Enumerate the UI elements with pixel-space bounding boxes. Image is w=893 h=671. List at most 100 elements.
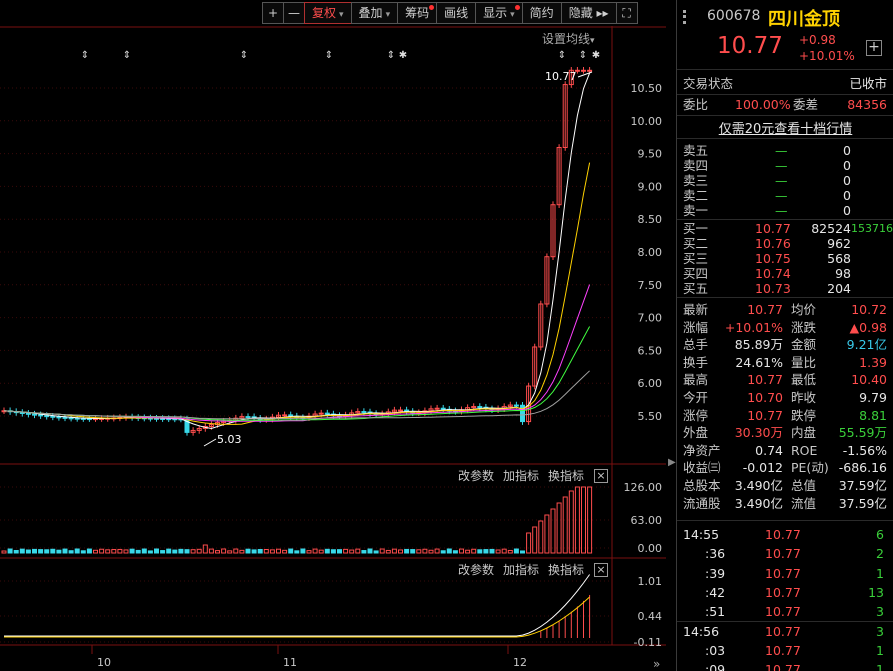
- volume-bar[interactable]: [227, 550, 233, 554]
- collapse-right-panel-icon[interactable]: ▶: [668, 457, 676, 475]
- volume-bar[interactable]: [343, 548, 349, 554]
- toolbar-button-6[interactable]: 显示 ▾: [475, 2, 523, 24]
- volume-bar[interactable]: [239, 549, 245, 554]
- volume-bar[interactable]: [318, 549, 324, 554]
- vol-switch-indicator-button[interactable]: 换指标: [548, 467, 584, 484]
- volume-bar[interactable]: [452, 550, 458, 554]
- toolbar-button-7[interactable]: 简约: [521, 2, 562, 24]
- volume-bar[interactable]: [111, 549, 117, 554]
- volume-bar[interactable]: [99, 548, 105, 554]
- volume-bar[interactable]: [562, 496, 568, 554]
- macd-close-icon[interactable]: ×: [594, 563, 608, 577]
- toolbar-button-2[interactable]: 复权 ▾: [304, 2, 352, 24]
- volume-bar[interactable]: [385, 549, 391, 554]
- volume-bar[interactable]: [410, 549, 416, 554]
- volume-bar[interactable]: [129, 548, 135, 554]
- ma-setting-button[interactable]: 设置均线▾: [542, 30, 595, 47]
- volume-bar[interactable]: [367, 548, 373, 554]
- vol-params-button[interactable]: 改参数: [458, 467, 494, 484]
- volume-bar[interactable]: [19, 548, 25, 554]
- volume-bar[interactable]: [184, 549, 190, 554]
- volume-bar[interactable]: [446, 548, 452, 554]
- candle-body[interactable]: [324, 412, 330, 415]
- toolbar-button-0[interactable]: +: [262, 2, 284, 24]
- macd-params-button[interactable]: 改参数: [458, 561, 494, 578]
- volume-bar[interactable]: [398, 549, 403, 554]
- volume-bar[interactable]: [507, 549, 513, 554]
- volume-bar[interactable]: [404, 548, 410, 554]
- volume-bar[interactable]: [196, 548, 202, 554]
- volume-bar[interactable]: [294, 550, 300, 554]
- volume-bar[interactable]: [300, 548, 306, 554]
- volume-bar[interactable]: [550, 508, 556, 554]
- volume-bar[interactable]: [330, 549, 336, 554]
- volume-bar[interactable]: [434, 548, 440, 554]
- volume-bar[interactable]: [147, 550, 153, 554]
- volume-bar[interactable]: [349, 549, 355, 554]
- volume-bar[interactable]: [25, 549, 31, 554]
- candle-body[interactable]: [398, 409, 403, 412]
- volume-bar[interactable]: [117, 548, 123, 554]
- volume-bar[interactable]: [532, 526, 538, 554]
- volume-bar[interactable]: [32, 548, 37, 554]
- volume-bar[interactable]: [520, 550, 525, 554]
- candle-body[interactable]: [245, 416, 251, 419]
- candle-body[interactable]: [74, 417, 80, 420]
- volume-bar[interactable]: [68, 550, 74, 554]
- event-marker-icon[interactable]: ⇕: [579, 50, 587, 61]
- event-marker-icon[interactable]: ⇕: [325, 50, 333, 61]
- volume-bar[interactable]: [44, 549, 50, 554]
- volume-bar[interactable]: [215, 550, 220, 554]
- toolbar-button-8[interactable]: 隐藏 ▸▸: [560, 2, 617, 24]
- buy-order-row[interactable]: 买三 10.75 568: [683, 251, 889, 266]
- volume-bar[interactable]: [544, 514, 550, 554]
- volume-bar[interactable]: [80, 550, 86, 554]
- sell-order-row[interactable]: 卖四 — 0: [683, 158, 889, 173]
- ten-level-quote-link[interactable]: 仅需20元查看十档行情: [677, 118, 893, 137]
- volume-bar[interactable]: [257, 548, 263, 554]
- volume-bar[interactable]: [172, 549, 178, 554]
- macd-switch-indicator-button[interactable]: 换指标: [548, 561, 584, 578]
- volume-bar[interactable]: [74, 548, 80, 554]
- volume-bar[interactable]: [477, 549, 483, 554]
- volume-bar[interactable]: [13, 549, 19, 554]
- sell-order-row[interactable]: 卖三 — 0: [683, 173, 889, 188]
- volume-bar[interactable]: [495, 549, 501, 554]
- volume-bar[interactable]: [202, 544, 208, 554]
- volume-bar[interactable]: [440, 550, 446, 554]
- toolbar-button-1[interactable]: —: [283, 2, 305, 24]
- candle-body[interactable]: [25, 412, 31, 415]
- volume-bar[interactable]: [263, 549, 269, 554]
- volume-bar[interactable]: [233, 548, 239, 554]
- volume-bar[interactable]: [178, 548, 184, 554]
- volume-bar[interactable]: [379, 548, 385, 554]
- candle-body[interactable]: [38, 414, 44, 417]
- volume-bar[interactable]: [428, 549, 434, 554]
- volume-bar[interactable]: [459, 548, 464, 554]
- event-marker-icon[interactable]: ✱: [399, 50, 407, 61]
- volume-bar[interactable]: [416, 549, 422, 554]
- candle-body[interactable]: [32, 413, 37, 416]
- sell-order-row[interactable]: 卖二 — 0: [683, 188, 889, 203]
- volume-bar[interactable]: [135, 549, 141, 554]
- volume-bar[interactable]: [324, 548, 330, 554]
- event-marker-icon[interactable]: ⇕: [240, 50, 248, 61]
- candle-body[interactable]: [477, 406, 483, 409]
- toolbar-button-5[interactable]: 画线: [436, 2, 477, 24]
- volume-bar[interactable]: [62, 548, 68, 554]
- volume-bar[interactable]: [221, 548, 227, 554]
- buy-order-row[interactable]: 买一 10.77 82524 153716: [683, 221, 893, 236]
- candle-body[interactable]: [44, 415, 50, 418]
- volume-bar[interactable]: [312, 548, 318, 554]
- candle-body[interactable]: [440, 407, 446, 410]
- volume-bar[interactable]: [7, 548, 13, 554]
- volume-bar[interactable]: [93, 549, 98, 554]
- volume-bar[interactable]: [190, 549, 196, 554]
- candle-body[interactable]: [361, 411, 367, 414]
- volume-bar[interactable]: [526, 532, 532, 554]
- volume-bar[interactable]: [276, 548, 281, 554]
- volume-bar[interactable]: [166, 548, 172, 554]
- volume-bar[interactable]: [282, 549, 288, 554]
- candle-body[interactable]: [587, 69, 593, 72]
- volume-bar[interactable]: [105, 549, 111, 554]
